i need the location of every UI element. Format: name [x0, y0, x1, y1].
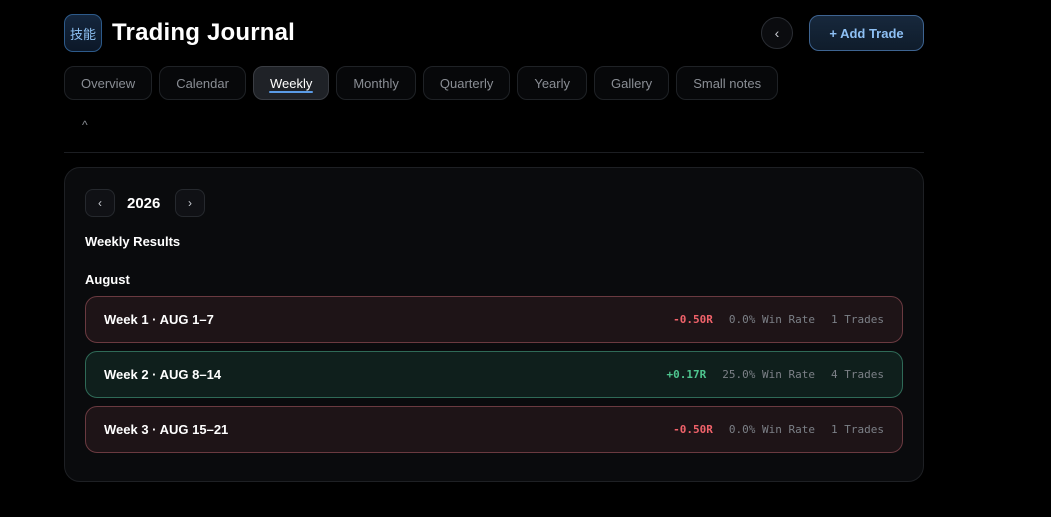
- trade-count: 1 Trades: [831, 423, 884, 436]
- r-multiple: +0.17R: [666, 368, 707, 381]
- trade-count: 4 Trades: [831, 368, 884, 381]
- page-title: Trading Journal: [112, 19, 296, 46]
- chevron-right-icon: ›: [188, 196, 192, 210]
- week-row-2[interactable]: Week 2 · AUG 8–14 +0.17R 25.0% Win Rate …: [85, 351, 903, 398]
- tab-calendar[interactable]: Calendar: [159, 66, 246, 100]
- month-heading: August: [85, 272, 130, 287]
- r-multiple: -0.50R: [673, 423, 713, 436]
- weekly-results-panel: ‹ 2026 › Weekly Results August Week 1 · …: [64, 167, 924, 482]
- win-rate: 25.0% Win Rate: [722, 368, 816, 381]
- trade-count: 1 Trades: [831, 313, 884, 326]
- header: 技能 Trading Journal ‹ + Add Trade: [64, 14, 924, 54]
- next-year-button[interactable]: ›: [175, 189, 205, 217]
- tab-yearly[interactable]: Yearly: [517, 66, 587, 100]
- app-root: 技能 Trading Journal ‹ + Add Trade Overvie…: [0, 0, 1051, 517]
- tab-small-notes[interactable]: Small notes: [676, 66, 779, 100]
- tab-weekly[interactable]: Weekly: [252, 66, 330, 100]
- week-label: Week 3 · AUG 15–21: [104, 422, 229, 437]
- week-label: Week 1 · AUG 1–7: [104, 312, 214, 327]
- tab-quarterly[interactable]: Quarterly: [422, 66, 511, 100]
- collapse-caret-icon[interactable]: ^: [82, 118, 88, 132]
- week-stats: +0.17R 25.0% Win Rate 4 Trades: [667, 368, 884, 381]
- prev-year-button[interactable]: ‹: [85, 189, 115, 217]
- collapse-sidebar-button[interactable]: ‹: [761, 17, 793, 49]
- app-logo: 技能: [64, 14, 102, 52]
- year-label: 2026: [127, 195, 161, 212]
- tab-monthly[interactable]: Monthly: [336, 66, 416, 100]
- win-rate: 0.0% Win Rate: [728, 423, 816, 436]
- week-row-3[interactable]: Week 3 · AUG 15–21 -0.50R 0.0% Win Rate …: [85, 406, 903, 453]
- r-multiple: -0.50R: [673, 313, 713, 326]
- chevron-left-icon: ‹: [98, 196, 102, 210]
- chevron-left-icon: ‹: [774, 25, 780, 41]
- week-stats: -0.50R 0.0% Win Rate 1 Trades: [673, 313, 884, 326]
- add-trade-button[interactable]: + Add Trade: [809, 15, 924, 51]
- week-label: Week 2 · AUG 8–14: [104, 367, 222, 382]
- tab-bar: Overview Calendar Weekly Monthly Quarter…: [64, 66, 779, 100]
- divider: [64, 152, 924, 153]
- tab-gallery[interactable]: Gallery: [594, 66, 670, 100]
- week-row-1[interactable]: Week 1 · AUG 1–7 -0.50R 0.0% Win Rate 1 …: [85, 296, 903, 343]
- section-title: Weekly Results: [85, 234, 181, 249]
- tab-overview[interactable]: Overview: [64, 66, 153, 100]
- win-rate: 0.0% Win Rate: [728, 313, 816, 326]
- week-stats: -0.50R 0.0% Win Rate 1 Trades: [673, 423, 884, 436]
